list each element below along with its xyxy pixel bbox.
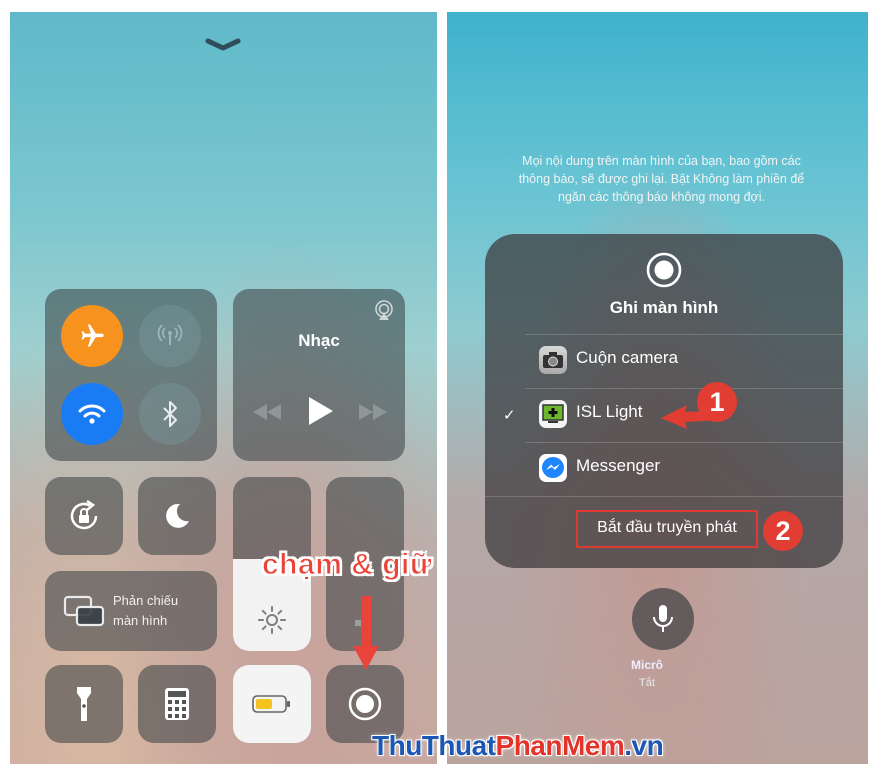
play-icon[interactable] — [307, 397, 333, 425]
camera-icon — [539, 346, 567, 374]
microphone-button[interactable] — [632, 588, 694, 650]
wifi-icon — [78, 404, 106, 424]
watermark-part1: ThuThuat — [372, 730, 496, 761]
app-option-messenger[interactable]: Messenger — [525, 442, 843, 492]
step-badge-1: 1 — [697, 382, 737, 422]
low-power-mode-button[interactable] — [233, 665, 311, 743]
microphone-icon — [653, 605, 673, 632]
flashlight-icon — [77, 687, 91, 721]
control-center-panel: Nhạc Phản chiếu màn hình chạm & giữ — [10, 12, 437, 764]
annotation-arrow-down-icon — [353, 596, 379, 670]
watermark-part2: PhanMem — [495, 730, 625, 761]
popup-title: Ghi màn hình — [609, 298, 719, 317]
messenger-icon — [539, 454, 567, 482]
sun-icon — [258, 606, 286, 634]
app-option-camera-roll[interactable]: Cuộn camera — [525, 334, 843, 384]
do-not-disturb-button[interactable] — [138, 477, 216, 555]
screen-mirroring-icon — [63, 595, 105, 627]
connectivity-tile — [45, 289, 217, 461]
airplane-icon — [81, 324, 104, 347]
cellular-data-button[interactable] — [139, 305, 201, 367]
microphone-label: Micrô — [630, 658, 663, 672]
record-icon — [348, 687, 382, 721]
recording-info-text: Mọi nội dung trên màn hình của bạn, bao … — [518, 154, 805, 204]
rotation-lock-icon — [70, 499, 98, 530]
wifi-button[interactable] — [61, 383, 123, 445]
calculator-button[interactable] — [138, 665, 216, 743]
music-title: Nhạc — [298, 331, 340, 350]
screen-mirroring-label: Phản chiếu màn hình — [113, 591, 203, 631]
chevron-down-icon[interactable] — [205, 38, 241, 52]
calculator-icon — [165, 688, 189, 720]
orientation-lock-button[interactable] — [45, 477, 123, 555]
mirror-label-line1: Phản chiếu — [113, 593, 179, 608]
tap-hold-annotation: chạm & giữ — [261, 548, 433, 582]
app-label: Cuộn camera — [576, 348, 679, 367]
start-broadcast-button[interactable]: Bắt đầu truyền phát — [578, 519, 756, 537]
bluetooth-icon — [163, 401, 177, 427]
divider — [485, 496, 843, 497]
antenna-icon — [157, 324, 183, 345]
airplane-mode-button[interactable] — [61, 305, 123, 367]
moon-icon — [166, 503, 189, 528]
microphone-status: Tắt — [639, 677, 655, 689]
mirror-label-line2: màn hình — [113, 613, 168, 628]
previous-track-icon[interactable] — [253, 404, 281, 420]
isl-light-icon — [539, 400, 567, 428]
battery-icon — [252, 695, 290, 713]
start-broadcast-highlight[interactable]: Bắt đầu truyền phát — [576, 510, 758, 548]
site-watermark: ThuThuatPhanMem.vn — [372, 730, 664, 762]
record-icon — [646, 252, 682, 288]
airplay-icon[interactable] — [373, 299, 395, 321]
bluetooth-button[interactable] — [139, 383, 201, 445]
music-tile[interactable]: Nhạc — [233, 289, 405, 461]
watermark-part3: .vn — [624, 730, 664, 761]
app-label: ISL Light — [576, 402, 643, 421]
step-badge-2: 2 — [763, 511, 803, 551]
next-track-icon[interactable] — [359, 404, 387, 420]
flashlight-button[interactable] — [45, 665, 123, 743]
screen-mirroring-button[interactable]: Phản chiếu màn hình — [45, 571, 217, 651]
app-label: Messenger — [576, 456, 661, 475]
selected-checkmark-icon: ✓ — [503, 407, 516, 424]
recording-options-panel: Mọi nội dung trên màn hình của bạn, bao … — [447, 12, 868, 764]
